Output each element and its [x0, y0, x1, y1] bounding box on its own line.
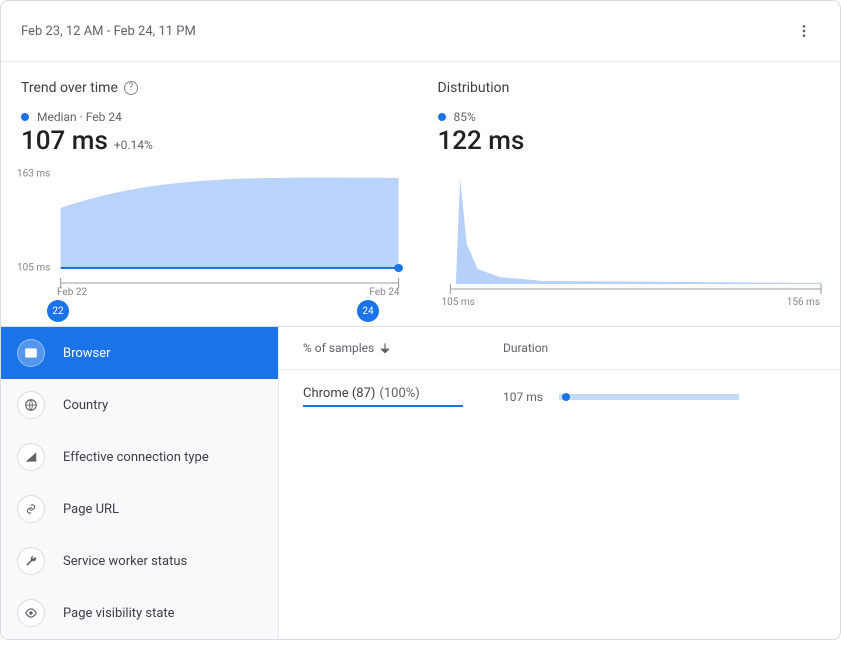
table-header: % of samples Duration	[279, 327, 840, 370]
distribution-legend-label: 85%	[454, 110, 476, 124]
dist-x-start: 105 ms	[442, 297, 475, 308]
distribution-title-row: Distribution	[434, 80, 827, 96]
duration-bar-marker	[562, 393, 570, 401]
col-header-duration[interactable]: Duration	[503, 341, 816, 355]
trend-panel: Trend over time ? Median · Feb 24 107 ms…	[17, 80, 410, 314]
trend-x-start: Feb 22	[57, 287, 87, 298]
sidebar-item-visibility[interactable]: Page visibility state	[1, 587, 278, 639]
distribution-chart: 105 ms 156 ms	[434, 174, 827, 314]
range-chip-end[interactable]: 24	[357, 300, 379, 322]
sidebar-item-label: Service worker status	[63, 554, 187, 569]
more-vert-icon	[796, 23, 812, 39]
wrench-icon	[17, 547, 45, 575]
sidebar-item-page-url[interactable]: Page URL	[1, 483, 278, 535]
range-chip-start[interactable]: 22	[47, 300, 69, 322]
legend-dot-icon	[21, 113, 29, 121]
help-icon[interactable]: ?	[124, 81, 138, 95]
sample-name: Chrome (87)	[303, 386, 375, 401]
trend-legend: Median · Feb 24	[17, 110, 410, 124]
link-icon	[17, 495, 45, 523]
performance-card: Feb 23, 12 AM - Feb 24, 11 PM Trend over…	[0, 0, 841, 640]
col-header-samples[interactable]: % of samples	[303, 341, 463, 355]
sidebar-item-connection-type[interactable]: Effective connection type	[1, 431, 278, 483]
trend-value: 107 ms	[21, 126, 108, 156]
trend-y-max: 163 ms	[17, 169, 50, 180]
trend-legend-label: Median · Feb 24	[37, 110, 122, 124]
distribution-chart-svg	[434, 174, 827, 314]
distribution-panel: Distribution 85% 122 ms 105 ms 156 ms	[434, 80, 827, 314]
sidebar-item-browser[interactable]: Browser	[1, 327, 278, 379]
charts-row: Trend over time ? Median · Feb 24 107 ms…	[1, 62, 840, 326]
distribution-value-row: 122 ms	[434, 126, 827, 156]
date-range-label: Feb 23, 12 AM - Feb 24, 11 PM	[21, 24, 196, 39]
sidebar-item-country[interactable]: Country	[1, 379, 278, 431]
trend-title-row: Trend over time ?	[17, 80, 410, 96]
sidebar-item-label: Page URL	[63, 502, 119, 517]
card-header: Feb 23, 12 AM - Feb 24, 11 PM	[1, 1, 840, 62]
sample-cell: Chrome (87) (100%)	[303, 386, 463, 407]
sidebar-item-label: Page visibility state	[63, 606, 175, 621]
trend-delta: +0.14%	[114, 138, 153, 152]
signal-icon	[17, 443, 45, 471]
legend-dot-icon	[438, 113, 446, 121]
eye-icon	[17, 599, 45, 627]
globe-icon	[17, 391, 45, 419]
sample-pct: (100%)	[379, 386, 419, 401]
dist-x-end: 156 ms	[787, 297, 820, 308]
browser-icon	[17, 339, 45, 367]
trend-y-min: 105 ms	[17, 263, 50, 274]
sidebar-item-label: Browser	[63, 346, 111, 361]
trend-x-end: Feb 24	[369, 287, 399, 298]
trend-value-row: 107 ms +0.14%	[17, 126, 410, 156]
sidebar-item-service-worker[interactable]: Service worker status	[1, 535, 278, 587]
more-options-button[interactable]	[788, 15, 820, 47]
duration-bar	[559, 394, 739, 400]
breakdown-content: % of samples Duration Chrome (87) (100%)…	[279, 327, 840, 639]
sort-desc-icon	[378, 341, 392, 355]
distribution-title: Distribution	[438, 80, 510, 96]
table-row[interactable]: Chrome (87) (100%) 107 ms	[279, 370, 840, 421]
sidebar-item-label: Country	[63, 398, 108, 413]
duration-bar-fill	[559, 394, 739, 400]
distribution-legend: 85%	[434, 110, 827, 124]
distribution-value: 122 ms	[438, 126, 525, 156]
sidebar-item-label: Effective connection type	[63, 450, 209, 465]
breakdown-section: Browser Country Effective connection typ…	[1, 326, 840, 639]
trend-chart: 163 ms 105 ms Feb 22 Feb 24 22 24	[17, 168, 410, 308]
dimension-sidebar: Browser Country Effective connection typ…	[1, 327, 279, 639]
duration-cell: 107 ms	[503, 390, 816, 404]
trend-title: Trend over time	[21, 80, 118, 96]
duration-value: 107 ms	[503, 390, 543, 404]
